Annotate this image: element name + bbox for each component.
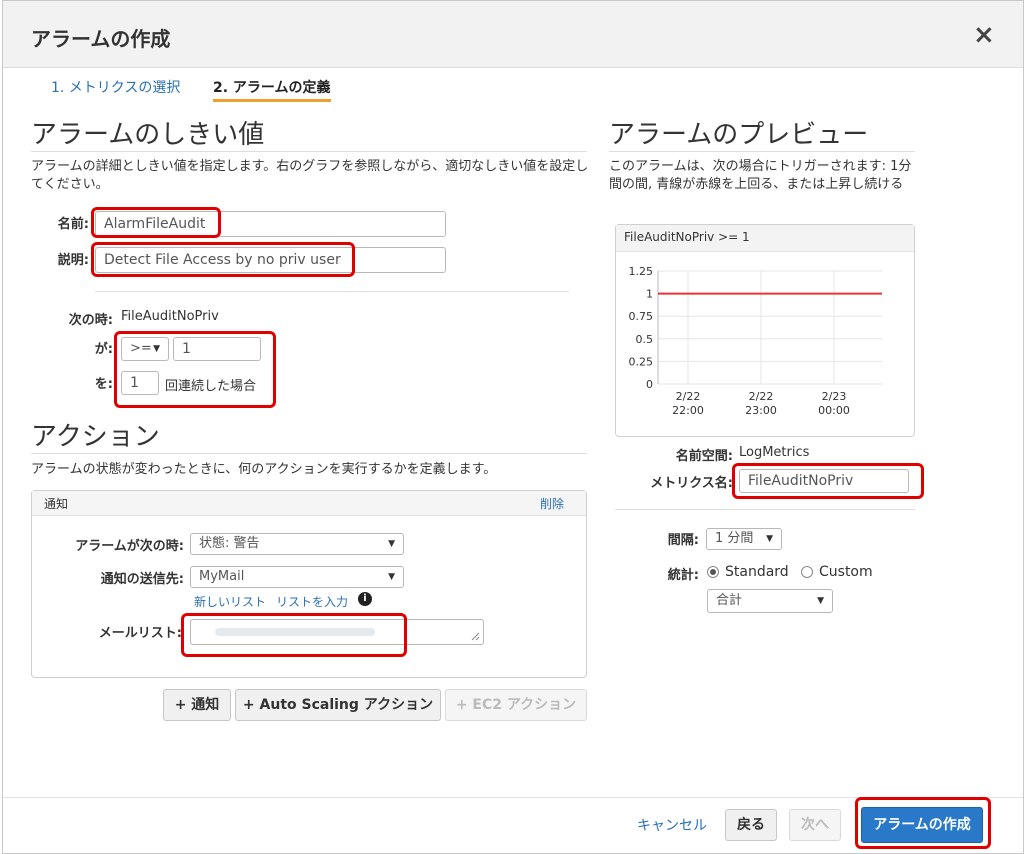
preview-description: このアラームは、次の場合にトリガーされます: 1分間の間, 青線が赤線を上回る、… xyxy=(609,159,912,192)
statistic-value: 合計 xyxy=(716,593,743,608)
y-tick-label: 1 xyxy=(646,288,653,301)
alarm-state-label: アラームが次の時: xyxy=(75,539,184,554)
alarm-state-select[interactable]: 状態: 警告 ▼ xyxy=(190,533,404,555)
delete-link[interactable]: 削除 xyxy=(540,495,564,512)
next-button[interactable]: 次へ xyxy=(789,809,841,841)
notification-panel-title: 通知 xyxy=(44,497,69,511)
add-ec2-action-button[interactable]: + EC2 アクション xyxy=(445,689,587,721)
y-tick-label: 1.25 xyxy=(629,265,654,278)
namespace-value: LogMetrics xyxy=(739,445,810,460)
description-input[interactable]: Detect File Access by no priv user xyxy=(95,247,446,273)
dialog-title: アラームの作成 xyxy=(31,27,171,51)
threshold-input[interactable]: 1 xyxy=(173,337,261,361)
statistic-label: 統計: xyxy=(667,568,699,583)
description-label: 説明: xyxy=(57,253,89,268)
threshold-divider xyxy=(31,151,587,152)
custom-radio-label: Custom xyxy=(819,564,873,580)
notify-target-select[interactable]: MyMail ▼ xyxy=(190,566,404,588)
add-notification-button[interactable]: + 通知 xyxy=(163,689,231,721)
x-tick-date: 2/22 xyxy=(749,390,774,403)
add-autoscaling-action-button[interactable]: + Auto Scaling アクション xyxy=(235,689,441,721)
notify-target-label: 通知の送信先: xyxy=(100,572,184,587)
preview-chart: FileAuditNoPriv >= 1 1.25 1 0.75 0.5 0.25 0 2… xyxy=(615,224,915,437)
chevron-down-icon: ▼ xyxy=(388,539,395,549)
new-list-link[interactable]: 新しいリスト xyxy=(194,593,266,610)
chart-title: FileAuditNoPriv >= 1 xyxy=(624,230,750,244)
name-input[interactable]: AlarmFileAudit xyxy=(95,211,446,237)
metric-name-label: メトリクス名: xyxy=(650,476,733,491)
condition-divider xyxy=(95,291,569,292)
y-tick-label: 0 xyxy=(646,378,653,391)
preview-stats-divider xyxy=(615,509,915,510)
x-tick-time: 23:00 xyxy=(745,404,777,417)
step-select-metric[interactable]: 1. メトリクスの選択 xyxy=(51,77,180,97)
alarm-state-value: 状態: 警告 xyxy=(199,536,260,551)
standard-radio[interactable] xyxy=(707,566,719,578)
create-alarm-button[interactable]: アラームの作成 xyxy=(861,807,983,843)
x-tick-date: 2/22 xyxy=(676,390,701,403)
standard-radio-label: Standard xyxy=(725,564,789,580)
custom-radio[interactable] xyxy=(801,566,813,578)
y-tick-label: 0.75 xyxy=(629,310,654,323)
chevron-down-icon: ▼ xyxy=(153,344,160,354)
name-label: 名前: xyxy=(57,217,89,232)
when-label: 次の時: xyxy=(68,313,113,328)
namespace-label: 名前空間: xyxy=(675,449,733,464)
email-list-input[interactable] xyxy=(190,619,484,645)
close-icon[interactable]: × xyxy=(973,22,995,48)
operator-value: >= xyxy=(130,341,152,356)
x-tick-time: 22:00 xyxy=(672,404,704,417)
actions-heading: アクション xyxy=(31,422,160,452)
email-list-label: メールリスト: xyxy=(98,626,182,641)
actions-divider xyxy=(31,453,587,454)
metric-name-input[interactable]: FileAuditNoPriv xyxy=(739,469,909,493)
threshold-heading: アラームのしきい値 xyxy=(31,120,265,150)
x-tick-time: 00:00 xyxy=(818,404,850,417)
blurred-email xyxy=(215,628,375,636)
is-label: が: xyxy=(94,342,113,357)
enter-list-link[interactable]: リストを入力 xyxy=(276,593,348,610)
when-metric: FileAuditNoPriv xyxy=(121,309,219,324)
period-select[interactable]: 1 分間 ▼ xyxy=(706,528,782,550)
actions-description: アラームの状態が変わったときに、何のアクションを実行するかを定義します。 xyxy=(31,462,497,477)
back-button[interactable]: 戻る xyxy=(725,809,777,841)
preview-heading: アラームのプレビュー xyxy=(609,120,869,150)
period-value: 1 分間 xyxy=(715,531,754,546)
chevron-down-icon: ▼ xyxy=(766,534,773,544)
step-define-alarm[interactable]: 2. アラームの定義 xyxy=(213,77,331,102)
resize-handle-icon[interactable] xyxy=(470,631,480,641)
chart-plot: 1.2510.750.50.250 2/2222:002/2223:002/23… xyxy=(629,265,882,417)
chevron-down-icon: ▼ xyxy=(388,572,395,582)
operator-select[interactable]: >= ▼ xyxy=(121,337,169,361)
preview-divider xyxy=(609,151,915,152)
chevron-down-icon: ▼ xyxy=(817,596,824,606)
notify-target-value: MyMail xyxy=(199,569,245,584)
notification-panel-header xyxy=(32,491,586,516)
cancel-link[interactable]: キャンセル xyxy=(637,815,707,835)
statistic-select[interactable]: 合計 ▼ xyxy=(707,589,833,613)
period-label: 間隔: xyxy=(667,533,699,548)
y-tick-label: 0.25 xyxy=(629,355,654,368)
footer-divider xyxy=(3,797,1023,798)
y-tick-label: 0.5 xyxy=(636,333,654,346)
x-tick-date: 2/23 xyxy=(822,390,847,403)
notification-panel: 通知 削除 アラームが次の時: 状態: 警告 ▼ 通知の送信先: MyMail … xyxy=(31,490,587,678)
create-alarm-dialog: アラームの作成 × 1. メトリクスの選択 2. アラームの定義 アラームのしき… xyxy=(2,0,1024,854)
threshold-description: アラームの詳細としきい値を指定します。右のグラフを参照しながら、適切なしきい値を… xyxy=(31,159,589,192)
for-label: を: xyxy=(94,377,113,392)
info-icon[interactable]: i xyxy=(358,592,372,606)
periods-suffix: 回連続した場合 xyxy=(165,379,257,394)
periods-input[interactable]: 1 xyxy=(121,371,159,395)
